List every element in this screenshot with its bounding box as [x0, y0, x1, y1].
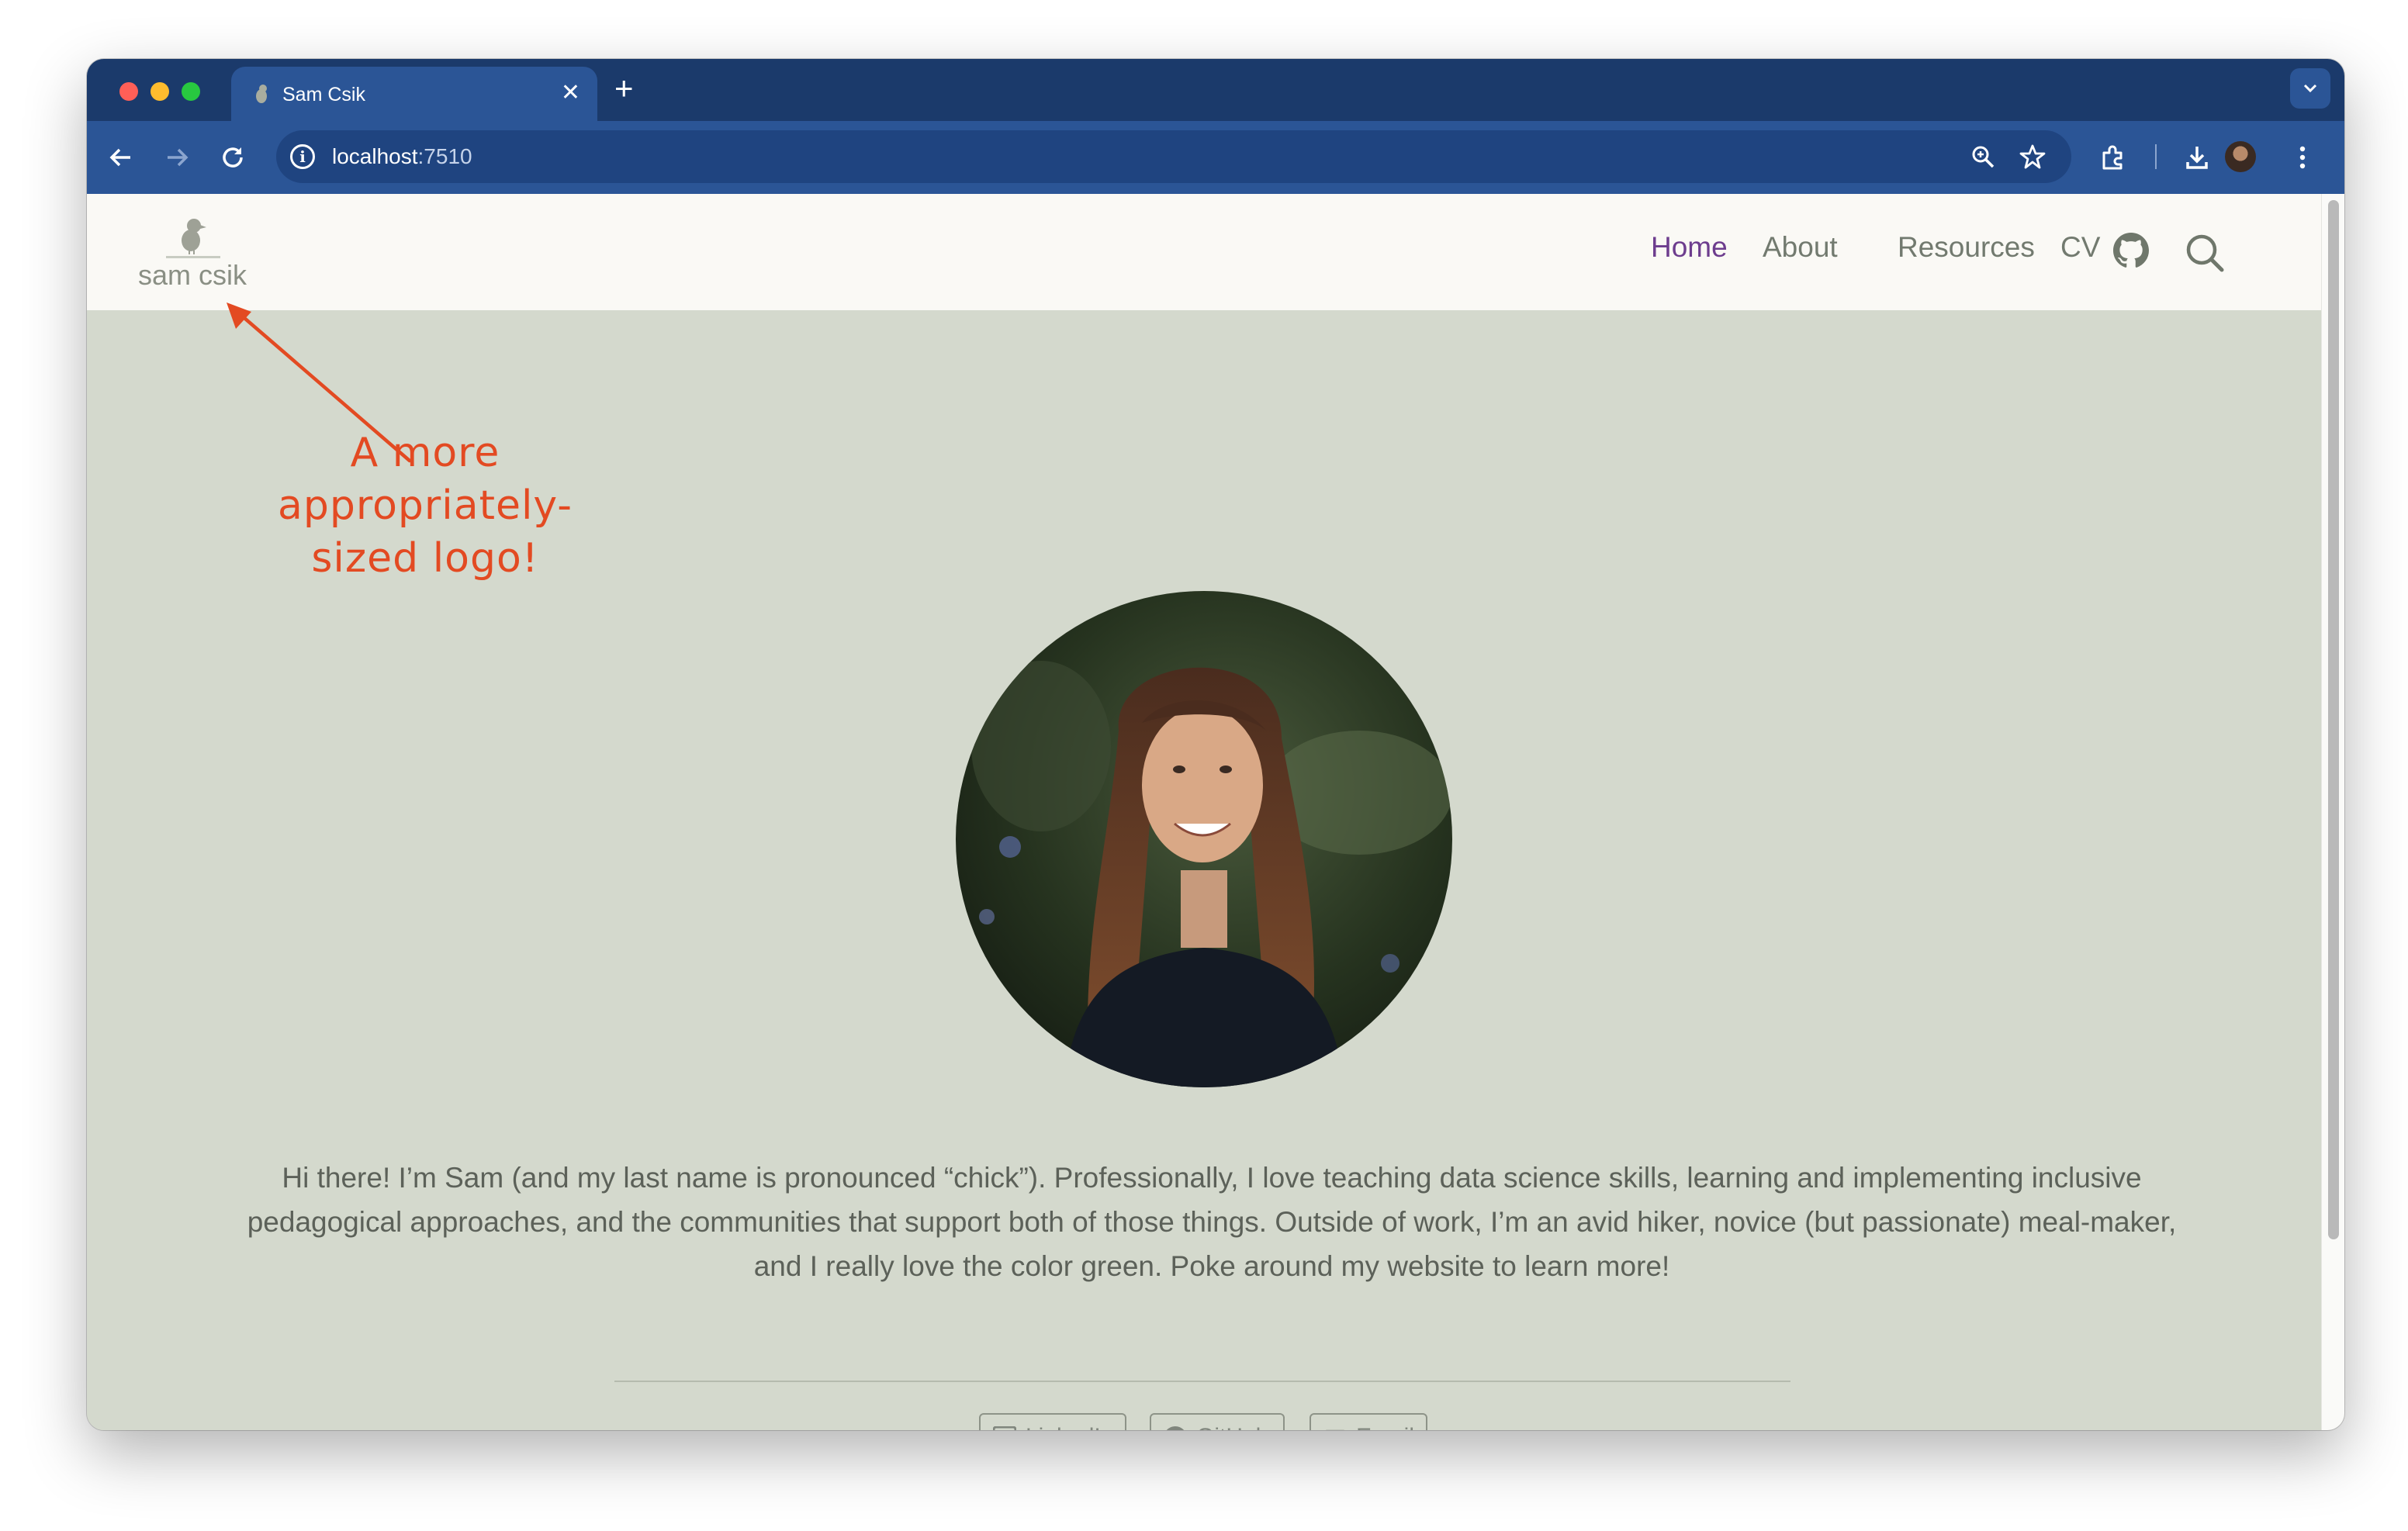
forward-arrow-icon[interactable]: [161, 142, 192, 173]
logo-text: sam csik: [137, 259, 247, 291]
back-arrow-icon[interactable]: [106, 142, 137, 173]
browser-window: Sam Csik ✕ + i localhost:7510 sam csik H…: [87, 59, 2344, 1430]
annotation-line-2: appropriately-: [277, 482, 573, 529]
tab-search-button[interactable]: [2290, 68, 2330, 109]
annotation-line-3: sized logo!: [311, 535, 539, 582]
profile-avatar[interactable]: [2225, 141, 2256, 172]
profile-photo: [956, 591, 1452, 1087]
annotation-line-1: A more: [350, 430, 500, 476]
zoom-icon[interactable]: [1969, 143, 1997, 171]
browser-toolbar: i localhost:7510: [87, 121, 2344, 194]
site-logo[interactable]: sam csik: [133, 214, 251, 292]
social-links: LinkedIn GitHub Email: [87, 1413, 2321, 1430]
maximize-window-button[interactable]: [182, 82, 200, 101]
annotation-text: A more appropriately- sized logo!: [247, 427, 604, 585]
url-port: :7510: [417, 144, 472, 168]
toolbar-separator: [2155, 144, 2157, 169]
address-bar[interactable]: i localhost:7510: [276, 130, 2071, 183]
nav-resources[interactable]: Resources: [1898, 231, 2035, 264]
tab-title: Sam Csik: [282, 84, 365, 105]
close-window-button[interactable]: [119, 82, 138, 101]
linkedin-icon: [993, 1426, 1016, 1430]
nav-cv[interactable]: CV: [2060, 231, 2100, 264]
footer-divider: [614, 1381, 1790, 1382]
new-tab-icon[interactable]: +: [614, 71, 634, 105]
linkedin-button[interactable]: LinkedIn: [979, 1413, 1126, 1430]
search-icon[interactable]: [2183, 231, 2226, 275]
url-text: localhost:7510: [332, 144, 472, 169]
web-page: sam csik Home About Resources CV A more …: [87, 194, 2321, 1430]
linkedin-label: LinkedIn: [1026, 1424, 1113, 1430]
extensions-puzzle-icon[interactable]: [2098, 142, 2129, 173]
close-tab-icon[interactable]: ✕: [561, 79, 580, 107]
site-info-icon[interactable]: i: [290, 144, 315, 169]
github-icon[interactable]: [2113, 233, 2149, 268]
scrollbar-thumb[interactable]: [2328, 200, 2339, 1239]
github-small-icon: [1166, 1426, 1185, 1430]
browser-tab[interactable]: Sam Csik ✕: [231, 67, 597, 121]
more-menu-icon[interactable]: [2287, 142, 2318, 173]
reload-icon[interactable]: [217, 142, 248, 173]
bookmark-star-icon[interactable]: [2019, 143, 2046, 171]
nav-about[interactable]: About: [1763, 231, 1838, 264]
envelope-icon: [1325, 1429, 1345, 1430]
chevron-down-icon: [2303, 84, 2317, 93]
bird-logo-icon: [182, 219, 206, 254]
tab-strip: Sam Csik ✕ +: [87, 59, 2344, 121]
bird-favicon-icon: [256, 85, 267, 103]
url-host: localhost: [332, 144, 418, 168]
page-scrollbar[interactable]: [2321, 194, 2344, 1430]
email-button[interactable]: Email: [1310, 1413, 1427, 1430]
github-button[interactable]: GitHub: [1150, 1413, 1285, 1430]
github-label: GitHub: [1196, 1424, 1268, 1430]
site-nav: Home About Resources CV: [1637, 225, 2258, 279]
site-navbar: sam csik Home About Resources CV: [87, 194, 2321, 310]
minimize-window-button[interactable]: [150, 82, 169, 101]
logo-underline: [166, 256, 220, 258]
nav-home[interactable]: Home: [1651, 231, 1728, 264]
email-label: Email: [1356, 1424, 1414, 1430]
bio-paragraph: Hi there! I’m Sam (and my last name is p…: [247, 1162, 2177, 1282]
profile-photo-illustration: [956, 591, 1452, 1087]
download-icon[interactable]: [2181, 142, 2213, 173]
